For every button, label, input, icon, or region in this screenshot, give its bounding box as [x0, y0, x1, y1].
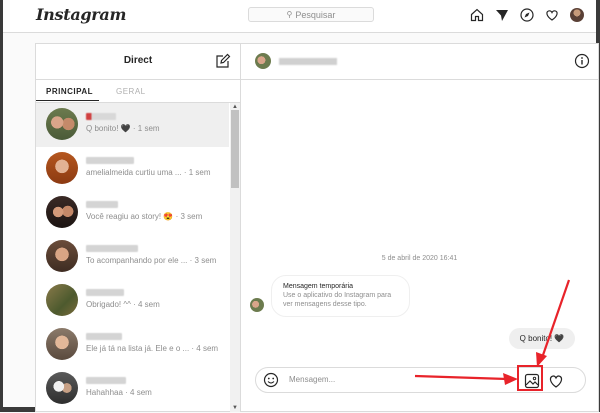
tab-principal[interactable]: PRINCIPAL	[46, 87, 93, 96]
new-message-icon[interactable]	[215, 53, 231, 74]
thread-item[interactable]: Você reagiu ao story! 😍 · 3 sem	[36, 191, 229, 235]
heart-icon[interactable]	[548, 373, 564, 394]
screen-frame-left	[0, 0, 3, 412]
redacted-username	[86, 113, 116, 120]
emoji-icon[interactable]	[263, 372, 279, 393]
thread-item[interactable]: Obrigado! ^^ · 4 sem	[36, 279, 229, 323]
avatar	[250, 298, 264, 312]
temporary-message-bubble: Mensagem temporária Use o aplicativo do …	[271, 275, 410, 317]
thread-list-scrollbar[interactable]: ▲ ▼	[230, 103, 240, 412]
thread-item[interactable]: amelialmeida curtiu uma ... · 1 sem	[36, 147, 229, 191]
heart-icon[interactable]	[544, 7, 560, 23]
thread-preview: To acompanhando por ele ... · 3 sem	[86, 256, 217, 265]
avatar	[46, 196, 78, 228]
avatar	[46, 372, 78, 404]
thread-preview: Você reagiu ao story! 😍 · 3 sem	[86, 212, 203, 221]
avatar	[46, 328, 78, 360]
thread-preview: Ele já tá na lista já. Ele e o ... · 4 s…	[86, 344, 219, 353]
avatar	[46, 152, 78, 184]
scrollbar-thumb[interactable]	[231, 110, 239, 188]
tab-geral[interactable]: GERAL	[116, 87, 146, 96]
profile-avatar[interactable]	[569, 7, 585, 23]
scroll-down-arrow-icon[interactable]: ▼	[232, 405, 238, 411]
sent-message-bubble: Q bonito! 🖤	[509, 328, 575, 349]
temporary-message-title: Mensagem temporária	[283, 283, 354, 290]
thread-list: Q bonito! 🖤 · 1 sem amelialmeida curtiu …	[36, 103, 229, 413]
top-navigation: Instagram ⚲ Pesquisar	[3, 0, 596, 33]
conversation-header	[241, 44, 598, 80]
redacted-username	[86, 245, 138, 252]
active-tab-indicator	[36, 100, 99, 101]
redacted-username	[86, 157, 134, 164]
avatar	[46, 108, 78, 140]
redacted-username[interactable]	[279, 58, 337, 65]
home-icon[interactable]	[469, 7, 485, 23]
redacted-username	[86, 201, 118, 208]
explore-icon[interactable]	[519, 7, 535, 23]
message-input[interactable]	[289, 375, 439, 384]
thread-item[interactable]: Q bonito! 🖤 · 1 sem	[36, 103, 229, 147]
info-icon[interactable]	[574, 53, 590, 74]
avatar[interactable]	[255, 53, 271, 69]
inbox-tabs: PRINCIPAL GERAL	[36, 80, 240, 103]
thread-item[interactable]: Hahahhaa · 4 sem	[36, 367, 229, 411]
conversation-list-column: Direct PRINCIPAL GERAL Q bonito! 🖤 · 1 s…	[36, 44, 241, 413]
thread-preview: Hahahhaa · 4 sem	[86, 388, 152, 397]
search-box[interactable]: ⚲ Pesquisar	[248, 7, 374, 22]
redacted-username	[86, 377, 126, 384]
avatar	[46, 284, 78, 316]
redacted-username	[86, 333, 122, 340]
direct-title: Direct	[123, 55, 153, 66]
thread-preview: amelialmeida curtiu uma ... · 1 sem	[86, 168, 211, 177]
message-date: 5 de abril de 2020 16:41	[381, 255, 458, 262]
redacted-username	[86, 289, 124, 296]
message-composer	[255, 367, 586, 393]
search-placeholder: Pesquisar	[295, 9, 336, 20]
thread-preview: Q bonito! 🖤 · 1 sem	[86, 124, 160, 133]
nav-icons	[469, 7, 585, 23]
image-icon[interactable]	[524, 373, 540, 394]
direct-panel: Direct PRINCIPAL GERAL Q bonito! 🖤 · 1 s…	[35, 43, 599, 412]
thread-item[interactable]: To acompanhando por ele ... · 3 sem	[36, 235, 229, 279]
thread-item[interactable]: Ele já tá na lista já. Ele e o ... · 4 s…	[36, 323, 229, 367]
direct-icon[interactable]	[494, 7, 510, 23]
temporary-message-body: Use o aplicativo do Instagram para ver m…	[283, 292, 392, 308]
avatar	[46, 240, 78, 272]
instagram-logo[interactable]: Instagram	[36, 5, 126, 24]
thread-preview: Obrigado! ^^ · 4 sem	[86, 300, 160, 309]
direct-header: Direct	[36, 44, 240, 80]
search-icon: ⚲	[286, 10, 293, 19]
